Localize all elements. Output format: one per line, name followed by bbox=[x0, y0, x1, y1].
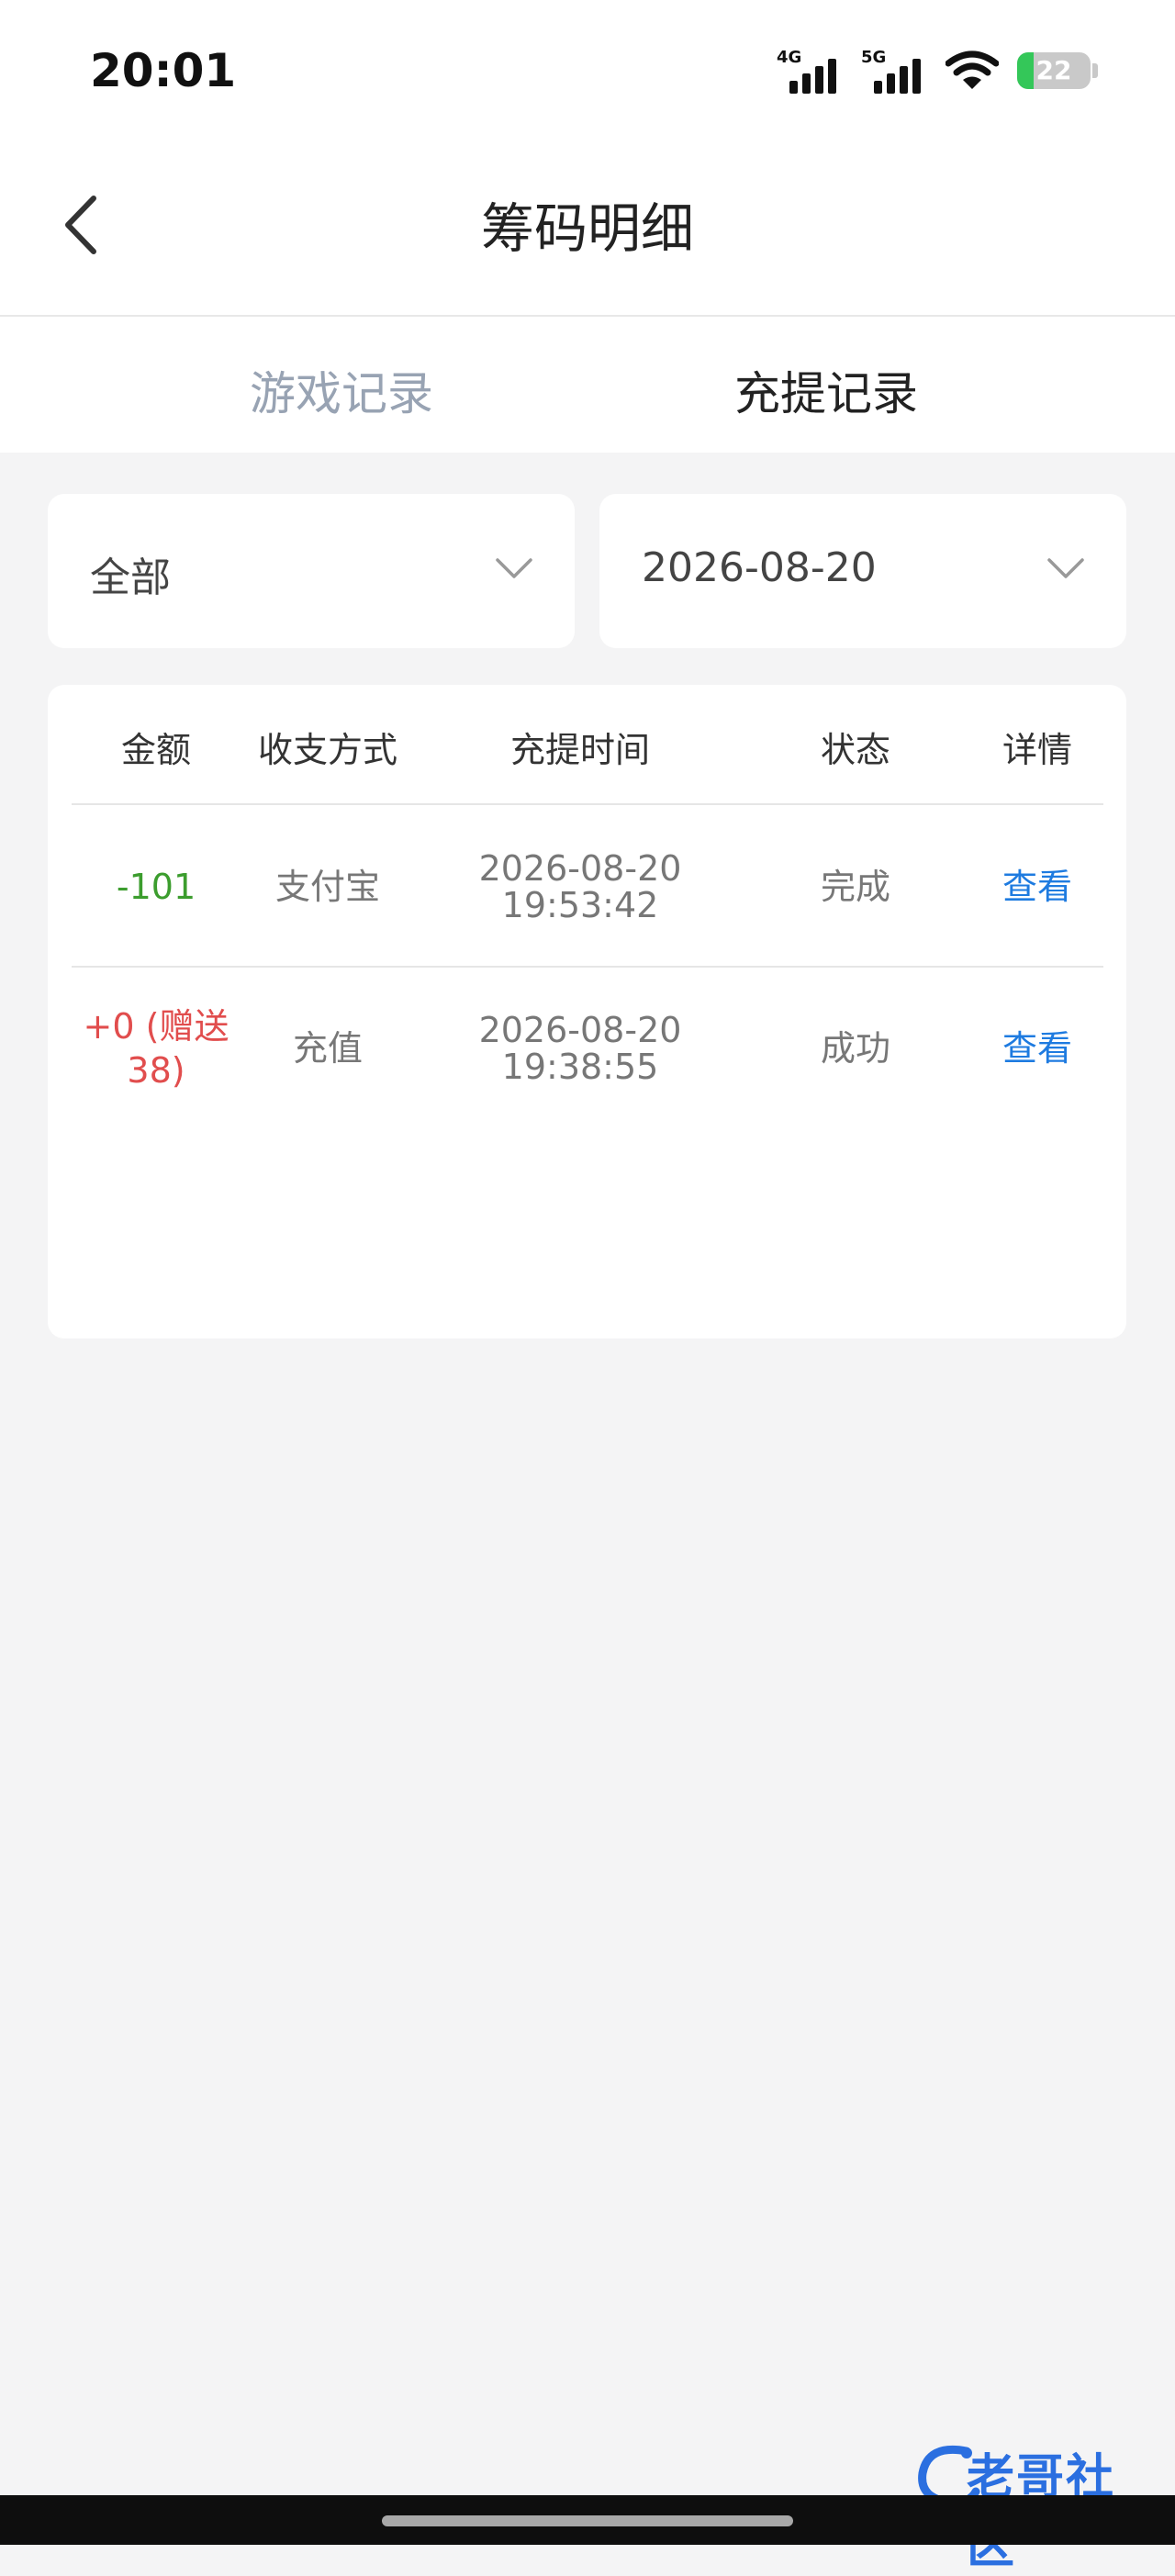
date-filter-value: 2026-08-20 bbox=[642, 544, 877, 591]
row-status: 成功 bbox=[820, 1028, 890, 1069]
type-filter-value: 全部 bbox=[90, 554, 171, 601]
home-indicator[interactable] bbox=[382, 2515, 793, 2526]
battery-level: 22 bbox=[1035, 55, 1072, 85]
row-date: 2026-08-20 bbox=[478, 1010, 682, 1050]
row-time: 19:53:42 bbox=[501, 885, 659, 925]
row-amount: -101 bbox=[116, 867, 196, 907]
column-header-method: 收支方式 bbox=[257, 730, 397, 770]
column-header-time: 充提时间 bbox=[509, 730, 650, 770]
row-amount-bonus: 38) bbox=[127, 1050, 185, 1091]
column-header-status: 状态 bbox=[820, 730, 890, 770]
row-date: 2026-08-20 bbox=[478, 848, 682, 889]
row-status: 完成 bbox=[820, 867, 890, 907]
row-amount: +0 (赠送 bbox=[83, 1006, 229, 1047]
battery-tip bbox=[1092, 63, 1098, 78]
chevron-down-icon bbox=[496, 558, 532, 578]
tab-recharge-records[interactable]: 充提记录 bbox=[734, 357, 918, 423]
status-time: 20:01 bbox=[90, 44, 237, 97]
column-header-detail: 详情 bbox=[1002, 730, 1072, 770]
wifi-icon bbox=[946, 50, 999, 89]
row-time: 19:38:55 bbox=[501, 1047, 659, 1087]
header-divider bbox=[72, 803, 1103, 805]
chevron-down-icon bbox=[1047, 558, 1084, 578]
row-divider bbox=[72, 966, 1103, 968]
records-table: 金额 收支方式 充提时间 状态 详情 -101 支付宝 2026-08-20 1… bbox=[48, 685, 1126, 1338]
view-detail-link[interactable]: 查看 bbox=[982, 1030, 1092, 1067]
view-detail-link[interactable]: 查看 bbox=[982, 868, 1092, 905]
nav-header: 筹码明细 bbox=[0, 147, 1175, 317]
signal-5g-icon: 5G bbox=[861, 48, 927, 94]
status-bar: 20:01 4G 5G 22 bbox=[0, 0, 1175, 147]
tab-game-records[interactable]: 游戏记录 bbox=[250, 357, 433, 423]
date-filter-dropdown[interactable]: 2026-08-20 bbox=[599, 494, 1126, 648]
row-method: 充值 bbox=[292, 1028, 363, 1069]
column-header-amount: 金额 bbox=[120, 730, 191, 770]
home-indicator-bar bbox=[0, 2495, 1175, 2545]
row-method: 支付宝 bbox=[274, 867, 380, 907]
page-title: 筹码明细 bbox=[480, 197, 694, 260]
status-icons: 4G 5G 22 bbox=[777, 48, 1098, 94]
signal-4g-icon: 4G bbox=[777, 48, 843, 94]
tab-bar: 游戏记录 充提记录 bbox=[0, 317, 1175, 453]
type-filter-dropdown[interactable]: 全部 bbox=[48, 494, 575, 648]
battery-icon: 22 bbox=[1017, 52, 1091, 89]
